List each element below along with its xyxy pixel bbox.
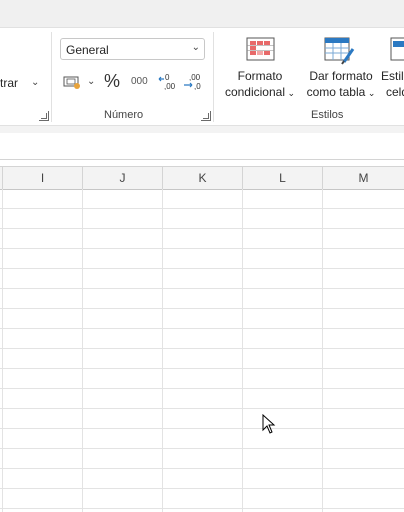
conditional-format-button[interactable]: Formato condicional ⌄ — [222, 68, 298, 101]
number-format-dropdown[interactable]: General ⌄ — [60, 38, 205, 60]
format-as-table-label-2: como tabla — [306, 85, 366, 99]
chevron-down-icon[interactable]: ⌄ — [31, 77, 39, 88]
conditional-format-label-1: Formato — [237, 69, 283, 83]
mouse-pointer-icon — [262, 414, 276, 434]
dialog-launcher-icon[interactable] — [201, 111, 211, 121]
ribbon-separator — [51, 32, 52, 122]
comma-style-button[interactable]: 000 — [131, 76, 148, 87]
chevron-down-icon: ⌄ — [191, 42, 200, 53]
column-header-j[interactable]: J — [83, 167, 163, 189]
dialog-launcher-icon[interactable] — [39, 111, 49, 121]
ribbon-separator — [213, 32, 214, 122]
number-group-label: Número — [104, 109, 144, 121]
svg-text:,00: ,00 — [164, 82, 176, 91]
cell-styles-label-2: celd — [386, 85, 404, 99]
percent-style-button[interactable]: % — [104, 71, 120, 92]
grid-column-line — [2, 189, 3, 512]
conditional-format-icon[interactable] — [246, 37, 276, 63]
grid-column-line — [242, 189, 243, 512]
grid-column-line — [322, 189, 323, 512]
grid-column-line — [82, 189, 83, 512]
accounting-format-icon[interactable] — [63, 74, 83, 90]
chevron-down-icon: ⌄ — [365, 88, 376, 98]
number-format-value: General — [66, 43, 109, 57]
column-header-row: I J K L M — [0, 166, 404, 190]
cell-styles-button[interactable]: Estil celd — [381, 68, 404, 100]
column-header-k[interactable]: K — [163, 167, 243, 189]
format-as-table-icon[interactable] — [324, 37, 356, 65]
svg-text:0: 0 — [165, 73, 170, 82]
column-header-l[interactable]: L — [243, 167, 323, 189]
column-header-i[interactable]: I — [3, 167, 83, 189]
format-as-table-label-1: Dar formato — [309, 69, 373, 83]
decrease-decimal-icon[interactable]: ,00 ,0 — [183, 72, 203, 92]
chevron-down-icon[interactable]: ⌄ — [87, 76, 95, 87]
cell-styles-icon[interactable] — [390, 37, 404, 63]
conditional-format-label-2: condicional — [224, 85, 285, 99]
filter-button-label[interactable]: trar — [0, 76, 18, 90]
grid-column-line — [162, 189, 163, 512]
cell-styles-label-1: Estil — [381, 69, 404, 83]
styles-group-label: Estilos — [311, 109, 344, 121]
format-as-table-button[interactable]: Dar formato como tabla ⌄ — [303, 68, 379, 101]
svg-text:,00: ,00 — [189, 73, 201, 82]
cell-grid[interactable] — [0, 189, 404, 512]
title-bar-strip — [0, 0, 404, 28]
formula-bar[interactable] — [0, 133, 404, 160]
increase-decimal-icon[interactable]: 0 ,00 — [158, 72, 178, 92]
chevron-down-icon: ⌄ — [285, 88, 296, 98]
svg-text:,0: ,0 — [194, 82, 201, 91]
column-header-m[interactable]: M — [323, 167, 404, 189]
